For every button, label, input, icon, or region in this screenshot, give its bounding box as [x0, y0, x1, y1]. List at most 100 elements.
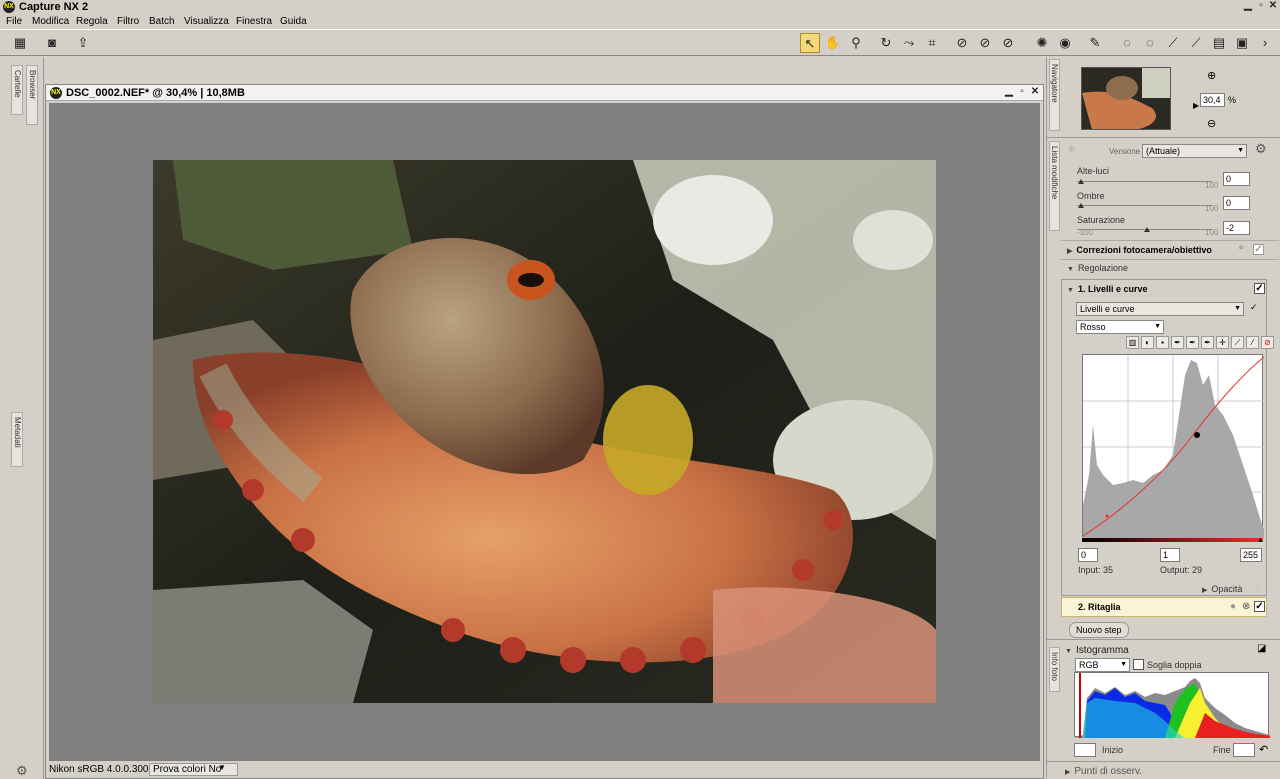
highlights-slider[interactable] [1077, 181, 1212, 182]
menu-filtro[interactable]: Filtro [117, 15, 139, 28]
brush-icon[interactable]: ⟋ [1163, 33, 1183, 53]
crop-icon[interactable]: ⌗ [922, 33, 942, 53]
zoom-slider-arrow-icon[interactable]: ▶ [1193, 101, 1199, 110]
lasso-plus-icon[interactable]: ◌ [1117, 33, 1137, 53]
tab-lista-modifiche[interactable]: Lista modifiche [1049, 141, 1060, 231]
curve-graph[interactable] [1082, 354, 1265, 538]
histogram-reset-icon[interactable]: ↶ [1259, 743, 1268, 756]
eye-icon[interactable]: ◉ [1055, 33, 1075, 53]
zoom-icon[interactable]: ⚲ [846, 33, 866, 53]
white-control-point-icon[interactable]: ⊘ [975, 33, 995, 53]
layout-icon[interactable]: ▦ [10, 33, 30, 53]
tab-info-foto[interactable]: Info foto [1049, 647, 1060, 692]
saturation-input[interactable]: -2 [1223, 221, 1250, 235]
chevron-right-icon[interactable]: › [1255, 33, 1275, 53]
doc-close-icon[interactable]: ✕ [1029, 87, 1041, 98]
navigator-thumbnail[interactable] [1081, 67, 1171, 130]
close-icon[interactable]: ✕ [1267, 1, 1279, 12]
histogram-channel-select[interactable]: RGB [1075, 658, 1130, 672]
edit-settings-gear-icon[interactable]: ⚙ [1255, 141, 1267, 157]
step2-checkbox[interactable]: ✓ [1254, 601, 1265, 612]
export-icon[interactable]: ⇪ [73, 33, 93, 53]
balance-icon[interactable]: ▪ [1156, 336, 1169, 349]
doc-maximize-icon[interactable]: ▫ [1016, 87, 1028, 98]
gray-eyedropper-icon[interactable]: ✒ [1186, 336, 1199, 349]
highlights-slider-thumb[interactable] [1078, 179, 1084, 184]
neutral-control-point-icon[interactable]: ⊘ [998, 33, 1018, 53]
channel-select[interactable]: Rosso [1076, 320, 1164, 334]
tab-browser[interactable]: Browser [26, 65, 38, 125]
shadows-slider[interactable] [1077, 205, 1212, 206]
saturation-slider-thumb[interactable] [1144, 227, 1150, 232]
watch-points-header[interactable]: ▶ Punti di osserv. [1065, 766, 1142, 777]
menu-file[interactable]: File [6, 15, 22, 28]
menu-batch[interactable]: Batch [149, 15, 175, 28]
direct-select-icon[interactable]: ↖ [800, 33, 820, 53]
histogram-graph[interactable] [1074, 672, 1270, 738]
doc-minimize-icon[interactable]: ▁ [1003, 87, 1015, 98]
menu-modifica[interactable]: Modifica [32, 15, 69, 28]
black-point-thumb[interactable]: ▲ [1081, 537, 1088, 544]
reset-icon[interactable]: ⊘ [1261, 336, 1274, 349]
lasso-minus-icon[interactable]: ◌ [1140, 33, 1160, 53]
camera-icon[interactable]: ◙ [42, 33, 62, 53]
white-point-thumb[interactable]: ▲ [1257, 537, 1264, 544]
straighten-icon[interactable]: ⤳ [899, 33, 919, 53]
highlights-input[interactable]: 0 [1223, 172, 1250, 186]
input-black-field[interactable]: 0 [1078, 548, 1098, 562]
step1-type-select[interactable]: Livelli e curve [1076, 302, 1244, 316]
auto-contrast-icon[interactable]: ⟋ [1231, 336, 1244, 349]
histogram-end-input[interactable] [1233, 743, 1255, 757]
camera-corrections-checkbox[interactable]: ✓ [1253, 244, 1264, 255]
brush-plus-icon[interactable]: ⟋ [1186, 33, 1206, 53]
histogram-options-icon[interactable]: ◪ [1257, 643, 1266, 654]
zoom-in-icon[interactable]: ⊕ [1207, 69, 1216, 82]
anchor-point-icon[interactable]: ✛ [1216, 336, 1229, 349]
gradient-icon[interactable]: ▤ [1209, 33, 1229, 53]
linear-curve-icon[interactable]: ⁄ [1246, 336, 1259, 349]
version-select[interactable]: (Attuale) [1142, 144, 1247, 158]
step2-close-icon[interactable]: ⊗ [1242, 601, 1250, 612]
menu-finestra[interactable]: Finestra [236, 15, 272, 28]
step2-dot-icon[interactable]: ● [1230, 601, 1236, 612]
minimize-icon[interactable]: ▁ [1242, 1, 1254, 12]
menu-regola[interactable]: Regola [76, 15, 108, 28]
settings-gear-icon[interactable]: ⚙ [16, 763, 28, 779]
auto-retouch-icon[interactable]: ✎ [1085, 33, 1105, 53]
tab-metadati[interactable]: Metadati [11, 412, 23, 467]
adjustment-header[interactable]: ▼ Regolazione [1067, 263, 1128, 273]
new-step-button[interactable]: Nuovo step [1069, 622, 1129, 638]
input-white-field[interactable]: 255 [1240, 548, 1262, 562]
gamma-field[interactable]: 1 [1160, 548, 1180, 562]
menu-visualizza[interactable]: Visualizza [184, 15, 229, 28]
camera-corrections-header[interactable]: ▶ Correzioni fotocamera/obiettivo [1067, 245, 1212, 255]
zoom-out-icon[interactable]: ⊖ [1207, 117, 1216, 130]
zoom-input[interactable]: 30,4 [1200, 93, 1225, 107]
histogram-icon[interactable]: ▥ [1126, 336, 1139, 349]
opacity-toggle-icon[interactable]: ◌ [1255, 583, 1261, 594]
white-eyedropper-icon[interactable]: ✒ [1201, 336, 1214, 349]
double-threshold-checkbox[interactable] [1133, 659, 1144, 670]
step1-header[interactable]: ▼ 1. Livelli e curve [1067, 284, 1147, 294]
maximize-icon[interactable]: ▫ [1255, 1, 1267, 12]
rotate-icon[interactable]: ↻ [876, 33, 896, 53]
shadows-input[interactable]: 0 [1223, 196, 1250, 210]
hand-icon[interactable]: ✋ [823, 33, 843, 53]
black-eyedropper-icon[interactable]: ✒ [1171, 336, 1184, 349]
menu-guida[interactable]: Guida [280, 15, 307, 28]
black-control-point-icon[interactable]: ⊘ [952, 33, 972, 53]
shadows-slider-thumb[interactable] [1078, 203, 1084, 208]
contrast-icon[interactable]: ◐ [1141, 336, 1154, 349]
image-canvas[interactable] [49, 103, 1040, 761]
step1-type-check-icon[interactable]: ✓ [1250, 302, 1258, 313]
tab-navigatore[interactable]: Navigatore [1049, 59, 1060, 131]
tab-cartelle[interactable]: Cartelle [11, 65, 23, 115]
link-icon[interactable]: ⚭ [1237, 243, 1245, 254]
fill-icon[interactable]: ▣ [1232, 33, 1252, 53]
histogram-start-input[interactable] [1074, 743, 1096, 757]
red-eye-icon[interactable]: ✺ [1032, 33, 1052, 53]
opacity-header[interactable]: ▶ Opacità [1202, 584, 1242, 594]
step1-checkbox[interactable]: ✓ [1254, 283, 1265, 294]
photo-octopus[interactable] [153, 160, 936, 703]
step-crop-panel[interactable]: 2. Ritaglia ● ⊗ ✓ [1061, 597, 1267, 617]
